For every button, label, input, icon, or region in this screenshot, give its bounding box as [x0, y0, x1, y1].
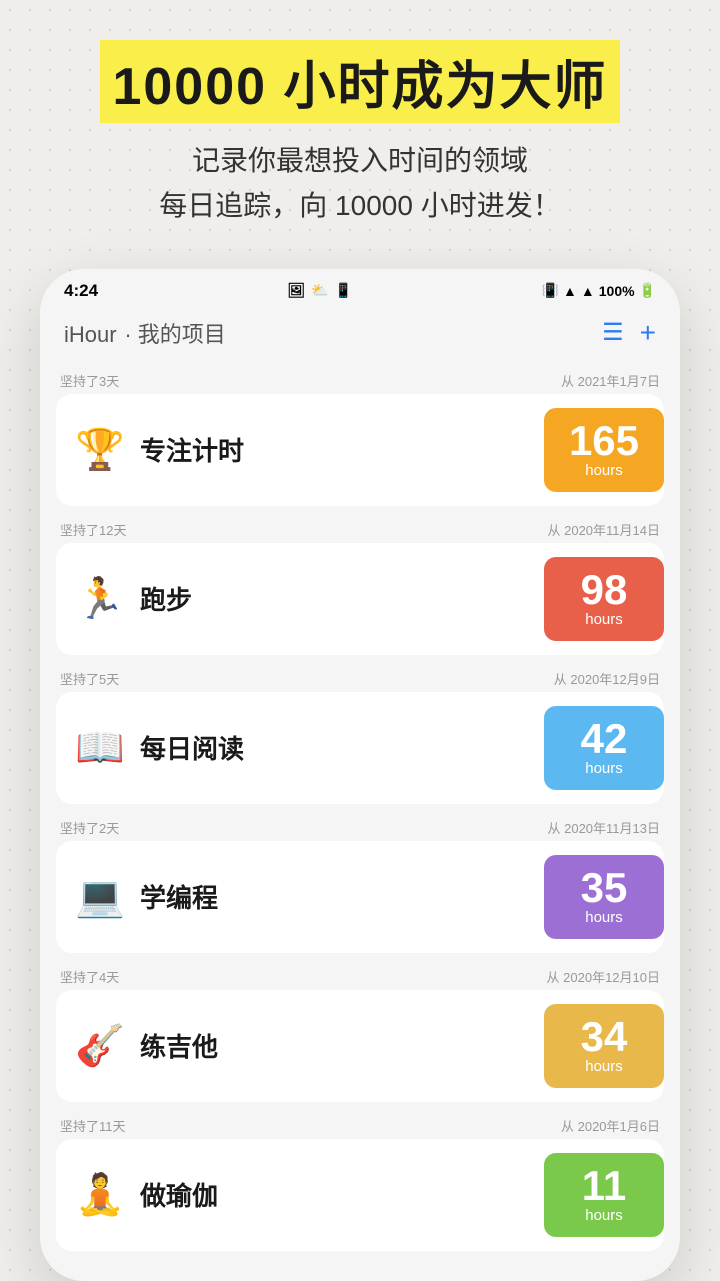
project-card-1[interactable]: 🏆 专注计时 165 hours: [56, 394, 664, 506]
hours-number-5: 34: [581, 1016, 628, 1058]
hours-label-4: hours: [585, 909, 623, 926]
status-icons: 🖼 ⛅ 📱: [287, 282, 352, 299]
hours-number-6: 11: [582, 1165, 626, 1207]
project-name-6: 做瑜伽: [128, 1176, 544, 1213]
project-emoji-4: 💻: [72, 869, 128, 925]
photo-icon: 🖼: [287, 282, 305, 299]
project-card-3[interactable]: 📖 每日阅读 42 hours: [56, 692, 664, 804]
project-name-1: 专注计时: [128, 431, 544, 468]
project-emoji-6: 🧘: [72, 1167, 128, 1223]
project-hours-3: 42 hours: [544, 706, 664, 790]
project-meta-6: 坚持了11天 从 2020年1月6日: [56, 1110, 664, 1139]
project-hours-5: 34 hours: [544, 1004, 664, 1088]
project-hours-4: 35 hours: [544, 855, 664, 939]
streak-1: 坚持了3天: [60, 371, 119, 390]
project-hours-2: 98 hours: [544, 557, 664, 641]
hours-number-4: 35: [581, 867, 628, 909]
streak-5: 坚持了4天: [60, 967, 119, 986]
project-name-2: 跑步: [128, 580, 544, 617]
hours-label-5: hours: [585, 1058, 623, 1075]
hours-number-1: 165: [569, 420, 639, 462]
project-emoji-5: 🎸: [72, 1018, 128, 1074]
hours-label-2: hours: [585, 611, 623, 628]
status-time: 4:24: [64, 281, 98, 301]
header-actions: ☰ +: [602, 317, 656, 349]
project-meta-1: 坚持了3天 从 2021年1月7日: [56, 365, 664, 394]
project-meta-4: 坚持了2天 从 2020年11月13日: [56, 812, 664, 841]
project-hours-1: 165 hours: [544, 408, 664, 492]
project-hours-6: 11 hours: [544, 1153, 664, 1237]
streak-4: 坚持了2天: [60, 818, 119, 837]
phone-frame: 4:24 🖼 ⛅ 📱 📳 ▲ ▲ 100% 🔋 iHour · 我的项目 ☰ +…: [40, 269, 680, 1281]
since-1: 从 2021年1月7日: [561, 371, 660, 390]
status-right: 📳 ▲ ▲ 100% 🔋: [542, 282, 656, 299]
project-card-6[interactable]: 🧘 做瑜伽 11 hours: [56, 1139, 664, 1251]
status-bar: 4:24 🖼 ⛅ 📱 📳 ▲ ▲ 100% 🔋: [40, 269, 680, 309]
project-card-4[interactable]: 💻 学编程 35 hours: [56, 841, 664, 953]
since-3: 从 2020年12月9日: [554, 669, 660, 688]
signal-icon: ▲: [581, 283, 595, 299]
wifi-icon: ▲: [563, 283, 577, 299]
hours-label-6: hours: [585, 1207, 623, 1224]
hours-number-2: 98: [581, 569, 628, 611]
since-4: 从 2020年11月13日: [548, 818, 661, 837]
project-group-1: 坚持了3天 从 2021年1月7日 🏆 专注计时 165 hours: [56, 365, 664, 506]
battery-icon: 🔋: [639, 282, 656, 299]
project-meta-3: 坚持了5天 从 2020年12月9日: [56, 663, 664, 692]
hours-label-3: hours: [585, 760, 623, 777]
project-group-4: 坚持了2天 从 2020年11月13日 💻 学编程 35 hours: [56, 812, 664, 953]
project-group-6: 坚持了11天 从 2020年1月6日 🧘 做瑜伽 11 hours: [56, 1110, 664, 1251]
vibrate-icon: 📳: [542, 282, 559, 299]
streak-2: 坚持了12天: [60, 520, 126, 539]
project-emoji-2: 🏃: [72, 571, 128, 627]
project-group-2: 坚持了12天 从 2020年11月14日 🏃 跑步 98 hours: [56, 514, 664, 655]
since-2: 从 2020年11月14日: [548, 520, 661, 539]
streak-6: 坚持了11天: [60, 1116, 126, 1135]
projects-list: 坚持了3天 从 2021年1月7日 🏆 专注计时 165 hours 坚持了12…: [40, 365, 680, 1281]
battery-level: 100%: [599, 283, 635, 299]
list-icon[interactable]: ☰: [602, 318, 624, 347]
subtitle-line2: 每日追踪，向 10000 小时进发！: [20, 184, 700, 229]
project-emoji-1: 🏆: [72, 422, 128, 478]
project-group-3: 坚持了5天 从 2020年12月9日 📖 每日阅读 42 hours: [56, 663, 664, 804]
subtitle: 记录你最想投入时间的领域 每日追踪，向 10000 小时进发！: [20, 139, 700, 229]
hours-label-1: hours: [585, 462, 623, 479]
project-name-3: 每日阅读: [128, 729, 544, 766]
since-6: 从 2020年1月6日: [561, 1116, 660, 1135]
project-emoji-3: 📖: [72, 720, 128, 776]
project-name-5: 练吉他: [128, 1027, 544, 1064]
app-header: iHour · 我的项目 ☰ +: [40, 309, 680, 365]
hours-number-3: 42: [581, 718, 628, 760]
main-title: 10000 小时成为大师: [100, 40, 619, 123]
add-button[interactable]: +: [640, 317, 656, 349]
app-name: iHour: [64, 322, 117, 347]
streak-3: 坚持了5天: [60, 669, 119, 688]
project-group-5: 坚持了4天 从 2020年12月10日 🎸 练吉他 34 hours: [56, 961, 664, 1102]
since-5: 从 2020年12月10日: [547, 967, 660, 986]
weather-icon: ⛅: [311, 282, 328, 299]
app-subtitle: · 我的项目: [124, 322, 225, 347]
project-card-2[interactable]: 🏃 跑步 98 hours: [56, 543, 664, 655]
project-meta-2: 坚持了12天 从 2020年11月14日: [56, 514, 664, 543]
header-section: 10000 小时成为大师 记录你最想投入时间的领域 每日追踪，向 10000 小…: [0, 0, 720, 249]
project-meta-5: 坚持了4天 从 2020年12月10日: [56, 961, 664, 990]
phone-icon: 📱: [335, 282, 352, 299]
project-name-4: 学编程: [128, 878, 544, 915]
subtitle-line1: 记录你最想投入时间的领域: [20, 139, 700, 184]
app-title: iHour · 我的项目: [64, 317, 226, 349]
project-card-5[interactable]: 🎸 练吉他 34 hours: [56, 990, 664, 1102]
